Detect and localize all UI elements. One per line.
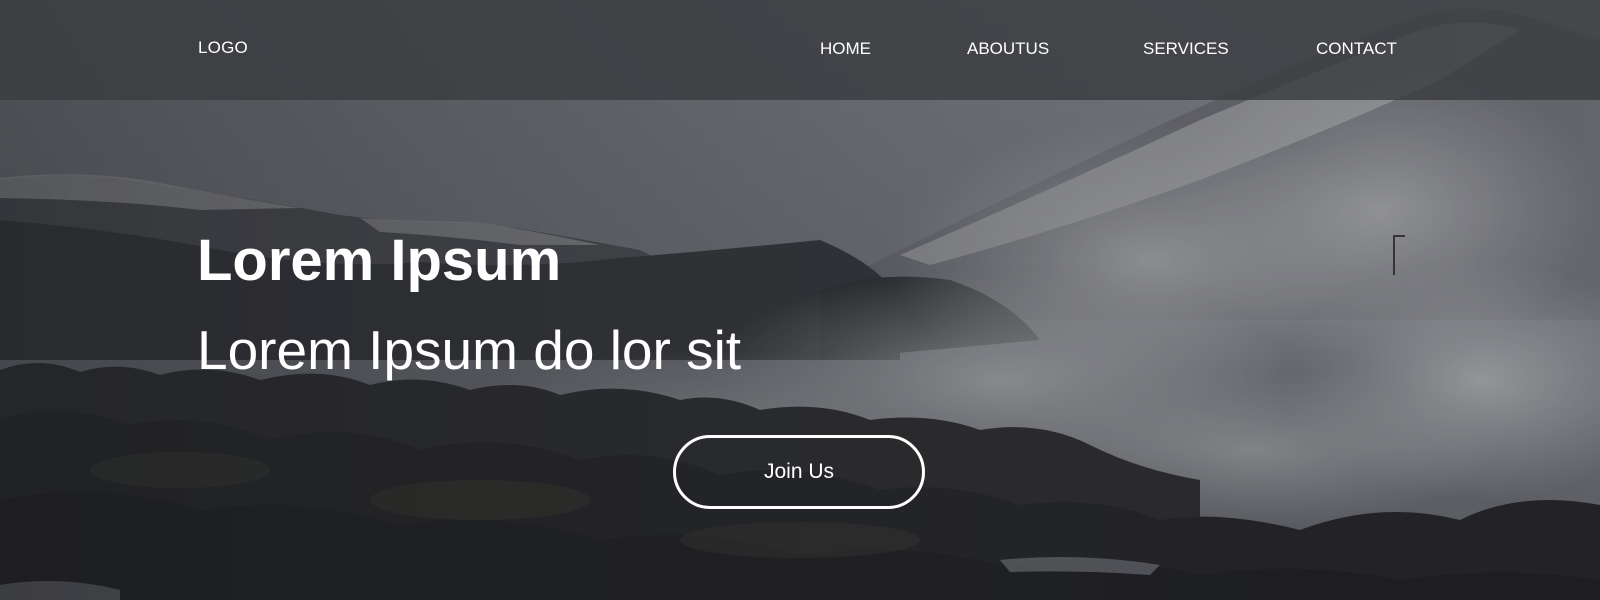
- nav-link-home[interactable]: HOME: [820, 39, 871, 59]
- nav-link-contact[interactable]: CONTACT: [1316, 39, 1397, 59]
- logo[interactable]: LOGO: [198, 38, 248, 58]
- top-navbar: LOGO HOME ABOUTUS SERVICES CONTACT: [0, 0, 1600, 100]
- hero-section: LOGO HOME ABOUTUS SERVICES CONTACT Lorem…: [0, 0, 1600, 600]
- hero-subtitle: Lorem Ipsum do lor sit: [197, 319, 742, 381]
- nav-link-about-us[interactable]: ABOUTUS: [967, 39, 1049, 59]
- join-us-button[interactable]: Join Us: [673, 435, 925, 509]
- hero-title: Lorem Ipsum: [197, 228, 562, 293]
- nav-link-services[interactable]: SERVICES: [1143, 39, 1229, 59]
